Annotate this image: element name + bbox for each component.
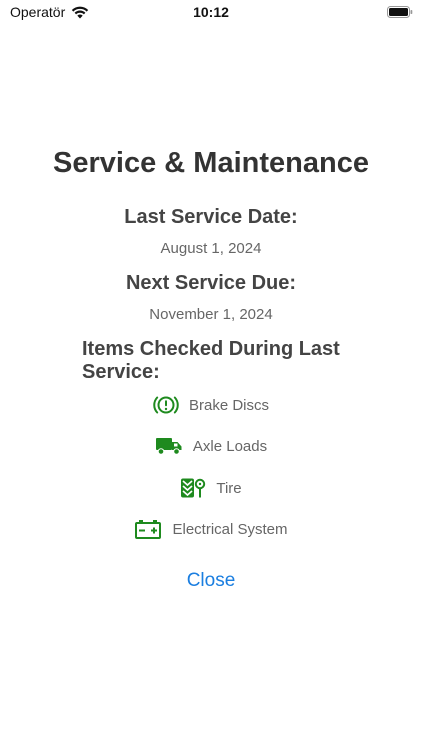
checked-item-brake-discs: Brake Discs: [0, 392, 422, 418]
checked-item-label: Tire: [216, 479, 242, 497]
status-bar: Operatör 10:12: [0, 0, 422, 24]
checked-item-label: Axle Loads: [192, 437, 268, 455]
tire-pressure-icon: [180, 477, 206, 499]
page-title: Service & Maintenance: [53, 147, 369, 179]
next-service-value: November 1, 2024: [149, 306, 273, 323]
checked-item-label: Electrical System: [172, 520, 288, 538]
brake-warning-icon: [153, 394, 179, 416]
checked-item-electrical-system: Electrical System: [0, 516, 422, 542]
close-button[interactable]: Close: [171, 570, 251, 592]
status-time: 10:12: [193, 4, 229, 20]
checked-item-tire: Tire: [0, 475, 422, 501]
last-service-value: August 1, 2024: [160, 240, 262, 257]
car-battery-icon: [134, 518, 162, 540]
battery-icon: [387, 6, 413, 18]
checked-item-label: Brake Discs: [188, 396, 270, 414]
truck-icon: [155, 436, 183, 456]
last-service-label: Last Service Date:: [124, 206, 298, 228]
checked-item-axle-loads: Axle Loads: [0, 433, 422, 459]
next-service-label: Next Service Due:: [125, 272, 297, 294]
items-checked-heading: Items Checked During Last Service:: [82, 338, 340, 383]
